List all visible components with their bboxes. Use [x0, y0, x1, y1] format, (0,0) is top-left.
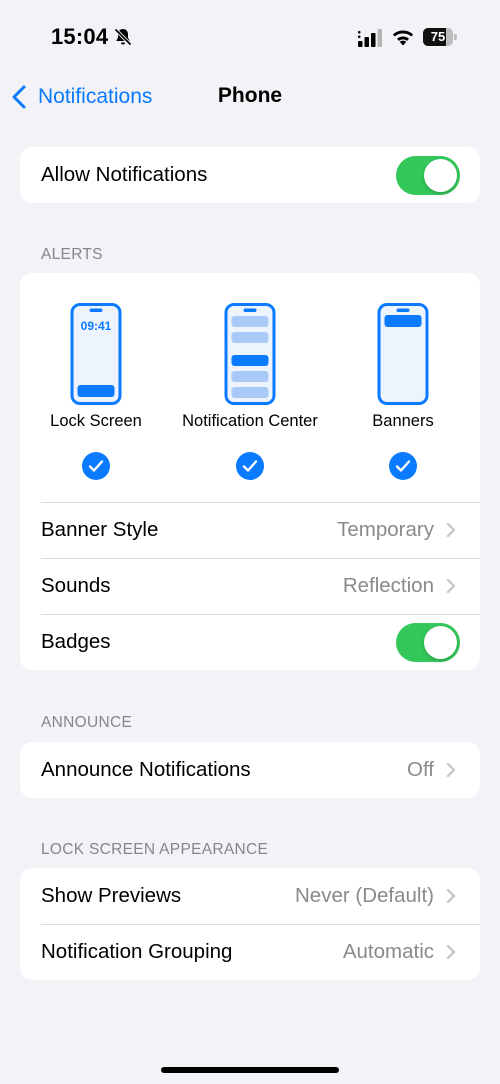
banner-style-row[interactable]: Banner Style Temporary [20, 502, 480, 558]
chevron-right-icon [446, 762, 456, 778]
notification-grouping-value: Automatic [342, 940, 434, 963]
row-divider [41, 558, 480, 559]
navigation-bar: Notifications Phone [0, 75, 500, 119]
row-divider [41, 924, 480, 925]
chevron-right-icon [446, 944, 456, 960]
battery-percent: 75 [430, 29, 446, 44]
notification-grouping-row[interactable]: Notification Grouping Automatic [20, 924, 480, 980]
show-previews-value: Never (Default) [295, 884, 434, 907]
allow-notifications-row: Allow Notifications [20, 147, 480, 203]
announce-group: Announce Notifications Off [20, 742, 480, 798]
alert-style-label: Banners [372, 412, 434, 430]
checkmark-circle-icon[interactable] [389, 452, 417, 480]
lock-screen-appearance-group: Show Previews Never (Default) Notificati… [20, 868, 480, 980]
sounds-label: Sounds [41, 574, 111, 597]
checkmark-circle-icon[interactable] [82, 452, 110, 480]
battery-icon: 75 [423, 28, 457, 46]
section-header-lock-screen-appearance: LOCK SCREEN APPEARANCE [41, 841, 269, 858]
chevron-right-icon [446, 578, 456, 594]
banner-style-value: Temporary [337, 518, 434, 541]
alert-styles: 09:41 Lock Screen Notification Center Ba… [20, 273, 480, 502]
announce-notifications-label: Announce Notifications [41, 758, 251, 781]
row-divider [41, 614, 480, 615]
allow-notifications-label: Allow Notifications [41, 163, 208, 186]
bell-slash-icon [114, 28, 132, 46]
badges-label: Badges [41, 630, 111, 653]
badges-row: Badges [20, 614, 480, 670]
checkmark-circle-icon[interactable] [236, 452, 264, 480]
announce-notifications-row[interactable]: Announce Notifications Off [20, 742, 480, 798]
allow-notifications-group: Allow Notifications [20, 147, 480, 203]
page-title: Phone [217, 84, 283, 107]
status-time: 15:04 [51, 24, 109, 49]
badges-toggle[interactable] [396, 622, 460, 662]
cellular-signal-icon [358, 29, 382, 47]
status-bar: 15:04 75 [0, 0, 500, 70]
wifi-icon [392, 30, 414, 46]
lock-screen-phone-icon: 09:41 [70, 303, 122, 405]
notification-grouping-label: Notification Grouping [41, 940, 233, 963]
alert-style-notification-center[interactable]: Notification Center [170, 273, 330, 502]
banner-style-label: Banner Style [41, 518, 159, 541]
home-indicator[interactable] [161, 1067, 339, 1073]
allow-notifications-toggle[interactable] [396, 155, 460, 195]
banners-phone-icon [377, 303, 429, 405]
show-previews-row[interactable]: Show Previews Never (Default) [20, 868, 480, 924]
alert-style-lock-screen[interactable]: 09:41 Lock Screen [20, 273, 176, 502]
alert-style-label: Lock Screen [50, 412, 142, 430]
row-divider [41, 502, 480, 503]
sounds-row[interactable]: Sounds Reflection [20, 558, 480, 614]
notification-center-phone-icon [224, 303, 276, 405]
alerts-group: 09:41 Lock Screen Notification Center Ba… [20, 273, 480, 670]
chevron-right-icon [446, 522, 456, 538]
alert-style-label: Notification Center [182, 412, 318, 430]
announce-notifications-value: Off [407, 758, 434, 781]
section-header-announce: ANNOUNCE [41, 714, 133, 731]
lock-screen-clock: 09:41 [81, 319, 112, 333]
chevron-right-icon [446, 888, 456, 904]
section-header-alerts: ALERTS [41, 246, 103, 263]
alert-style-banners[interactable]: Banners [323, 273, 480, 502]
show-previews-label: Show Previews [41, 884, 182, 907]
sounds-value: Reflection [342, 574, 434, 597]
